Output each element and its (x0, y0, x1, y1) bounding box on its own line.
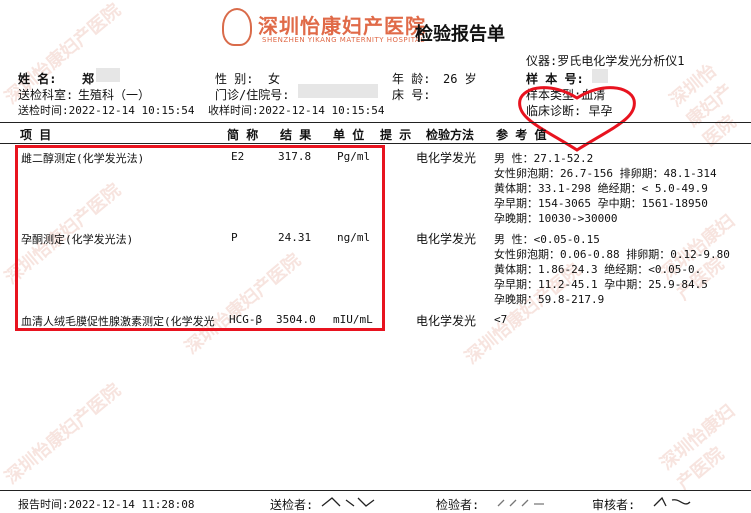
col-ref: 参 考 值 (496, 128, 547, 142)
row-ref: 黄体期：33.1-298 绝经期：< 5.0-49.9 (494, 182, 708, 195)
redaction-mask (298, 84, 378, 98)
report-time: 报告时间:2022-12-14 11:28:08 (18, 496, 194, 512)
name-value: 郑 (82, 72, 95, 86)
instrument-value: 罗氏电化学发光分析仪1 (557, 54, 685, 68)
row-ref: 孕早期：154-3065 孕中期：1561-18950 (494, 197, 708, 210)
report-title: 检验报告单 (415, 24, 505, 45)
gender-value: 女 (268, 72, 281, 86)
row-ref: 女性卵泡期：0.06-0.88 排卵期：0.12-9.80 (494, 248, 730, 261)
sent-time-value: 2022-12-14 10:15:54 (68, 104, 195, 117)
row-method: 电化学发光 (416, 151, 477, 165)
row-ref: 孕早期：11.2-45.1 孕中期：25.9-84.5 (494, 278, 708, 291)
highlight-box (15, 145, 385, 331)
row-ref: 女性卵泡期：26.7-156 排卵期：48.1-314 (494, 167, 717, 180)
watermark: 深圳怡康妇产医院 (1, 379, 125, 489)
dept-value: 生殖科（一） (78, 88, 151, 102)
col-method: 检验方法 (426, 128, 475, 142)
heart-annotation (518, 86, 636, 152)
signature (497, 499, 544, 507)
dept-label: 送检科室: (18, 88, 74, 102)
sent-time-label: 送检时间: (18, 104, 69, 117)
name-label: 姓 名: (18, 72, 57, 86)
col-unit: 单 位 (333, 128, 365, 142)
row-ref: 男 性：<0.05-0.15 (494, 233, 600, 246)
col-item: 项 目 (20, 128, 52, 142)
report-time-label: 报告时间: (18, 498, 69, 511)
col-abbr: 简 称 (227, 128, 259, 142)
row-method: 电化学发光 (416, 232, 477, 246)
sender-label: 送检者: (270, 498, 314, 512)
col-result: 结 果 (280, 128, 312, 142)
receive-time: 收样时间:2022-12-14 10:15:54 (208, 102, 384, 118)
row-ref: 黄体期：1.86-24.3 绝经期：<0.05-0. (494, 263, 702, 276)
row-ref: <7 (494, 313, 508, 326)
receive-time-label: 收样时间: (208, 104, 259, 117)
sent-time: 送检时间:2022-12-14 10:15:54 (18, 102, 194, 118)
reviewer-label: 审核者: (592, 498, 636, 512)
watermark: 深圳怡康妇产医院 (656, 400, 739, 495)
instrument-label: 仪器: (526, 54, 558, 68)
redaction-mask (96, 68, 120, 82)
row-ref: 男 性：27.1-52.2 (494, 152, 594, 165)
divider (0, 122, 751, 123)
divider (0, 143, 751, 144)
col-hint: 提 示 (380, 128, 412, 142)
hospital-english-name: SHENZHEN YIKANG MATERNITY HOSPITAL (262, 36, 425, 44)
hospital-logo (222, 8, 252, 46)
row-ref: 孕晚期：59.8-217.9 (494, 293, 605, 306)
hospital-name: 深圳怡康妇产医院 (258, 14, 426, 38)
age-value: 26 岁 (443, 72, 477, 86)
receive-time-value: 2022-12-14 10:15:54 (258, 104, 385, 117)
row-method: 电化学发光 (416, 314, 477, 328)
signature (653, 496, 691, 507)
row-ref: 孕晚期：10030->30000 (494, 212, 618, 225)
clinic-number-label: 门诊/住院号: (215, 88, 290, 102)
gender-label: 性 别: (215, 72, 254, 86)
bed-label: 床 号: (392, 88, 431, 102)
tester-label: 检验者: (436, 498, 480, 512)
divider (0, 490, 751, 491)
instrument-info: 仪器:罗氏电化学发光分析仪1 (526, 52, 684, 69)
age-label: 年 龄: (392, 72, 431, 86)
report-time-value: 2022-12-14 11:28:08 (68, 498, 195, 511)
signature (321, 497, 375, 507)
